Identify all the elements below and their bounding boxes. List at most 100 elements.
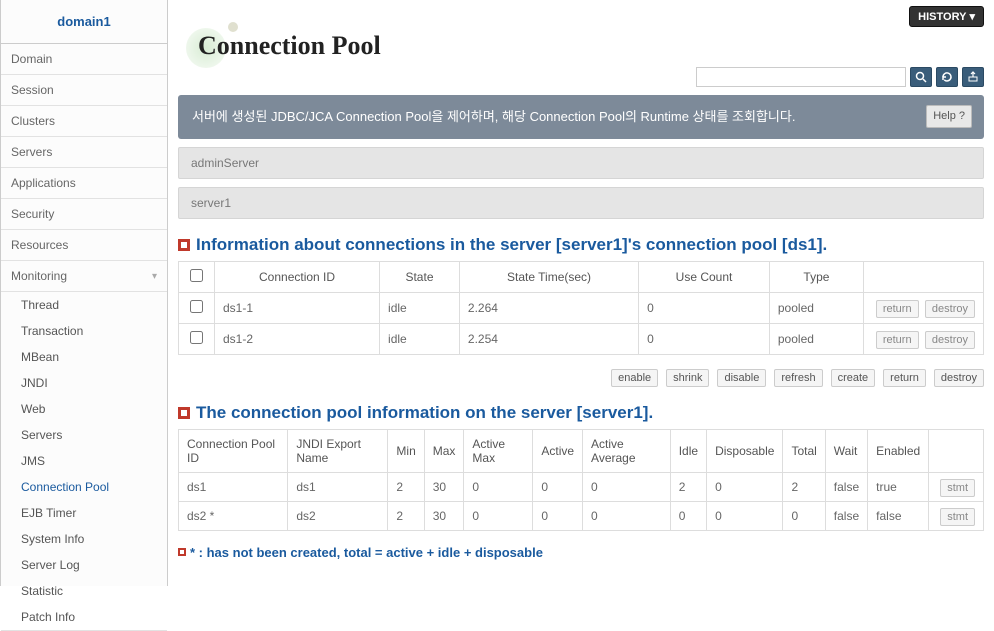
enable-button[interactable]: enable (611, 369, 658, 387)
cell-type: pooled (769, 323, 863, 354)
cell-time: 2.264 (459, 292, 638, 323)
nav-domain[interactable]: Domain (1, 44, 167, 75)
subnav-thread[interactable]: Thread (1, 292, 167, 318)
cell-use: 0 (639, 323, 770, 354)
cell-enabled: true (868, 472, 929, 501)
destroy-button[interactable]: destroy (925, 300, 975, 318)
cell-wait: false (825, 501, 867, 530)
main-content: HISTORY ▾ Connection Pool 서버에 생성된 JDBC/J… (168, 0, 994, 586)
th-min: Min (388, 429, 424, 472)
return-button[interactable]: return (876, 331, 919, 349)
connections-table: Connection ID State State Time(sec) Use … (178, 261, 984, 355)
subnav-server-log[interactable]: Server Log (1, 552, 167, 578)
row-checkbox[interactable] (190, 300, 203, 313)
row-checkbox[interactable] (190, 331, 203, 344)
nav-monitoring-label: Monitoring (11, 269, 67, 283)
th-enabled: Enabled (868, 429, 929, 472)
subnav-transaction[interactable]: Transaction (1, 318, 167, 344)
return-button[interactable]: return (876, 300, 919, 318)
subnav-patch-info[interactable]: Patch Info (1, 604, 167, 630)
select-all-checkbox[interactable] (190, 269, 203, 282)
destroy-button[interactable]: destroy (934, 369, 984, 387)
table-row: ds1 ds1 2 30 0 0 0 2 0 2 false true stmt (179, 472, 984, 501)
cell-disp: 0 (707, 501, 783, 530)
topbar: HISTORY ▾ (178, 0, 984, 27)
cell-idle: 0 (670, 501, 706, 530)
chevron-down-icon: ▾ (969, 10, 975, 23)
subnav-servers[interactable]: Servers (1, 422, 167, 448)
footnote: * : has not been created, total = active… (178, 545, 984, 560)
pool-section-title-text: The connection pool information on the s… (196, 403, 653, 423)
disable-button[interactable]: disable (717, 369, 766, 387)
th-use-count: Use Count (639, 261, 770, 292)
chevron-down-icon: ▾ (152, 271, 157, 282)
th-disposable: Disposable (707, 429, 783, 472)
nav-servers[interactable]: Servers (1, 137, 167, 168)
th-total: Total (783, 429, 825, 472)
history-button[interactable]: HISTORY ▾ (909, 6, 984, 27)
subnav-statistic[interactable]: Statistic (1, 578, 167, 604)
cell-enabled: false (868, 501, 929, 530)
subnav-jndi[interactable]: JNDI (1, 370, 167, 396)
cell-type: pooled (769, 292, 863, 323)
cell-aavg: 0 (583, 472, 671, 501)
stmt-button[interactable]: stmt (940, 508, 975, 526)
table-row: ds1-2 idle 2.254 0 pooled return destroy (179, 323, 984, 354)
create-button[interactable]: create (831, 369, 876, 387)
subnav: Thread Transaction MBean JNDI Web Server… (1, 292, 167, 631)
nav-session[interactable]: Session (1, 75, 167, 106)
subnav-connection-pool[interactable]: Connection Pool (1, 474, 167, 500)
subnav-jms[interactable]: JMS (1, 448, 167, 474)
cell-pool-id[interactable]: ds2 * (179, 501, 288, 530)
th-state: State (380, 261, 460, 292)
nav-clusters[interactable]: Clusters (1, 106, 167, 137)
nav-security[interactable]: Security (1, 199, 167, 230)
shrink-button[interactable]: shrink (666, 369, 709, 387)
th-active-max: Active Max (464, 429, 533, 472)
th-max: Max (424, 429, 464, 472)
th-active-avg: Active Average (583, 429, 671, 472)
th-state-time: State Time(sec) (459, 261, 638, 292)
cell-state: idle (380, 292, 460, 323)
cell-wait: false (825, 472, 867, 501)
th-pool-id: Connection Pool ID (179, 429, 288, 472)
cell-active: 0 (533, 501, 583, 530)
cell-amax: 0 (464, 472, 533, 501)
subnav-web[interactable]: Web (1, 396, 167, 422)
nav-applications[interactable]: Applications (1, 168, 167, 199)
stmt-button[interactable]: stmt (940, 479, 975, 497)
domain-title[interactable]: domain1 (1, 0, 167, 44)
sidebar: domain1 Domain Session Clusters Servers … (0, 0, 168, 586)
nav-monitoring[interactable]: Monitoring ▾ (1, 261, 167, 292)
th-wait: Wait (825, 429, 867, 472)
th-type: Type (769, 261, 863, 292)
pool-section-title: The connection pool information on the s… (178, 403, 984, 423)
bullet-icon (178, 407, 190, 419)
server-admin-row[interactable]: adminServer (178, 147, 984, 179)
cell-disp: 0 (707, 472, 783, 501)
cell-total: 0 (783, 501, 825, 530)
subnav-system-info[interactable]: System Info (1, 526, 167, 552)
cell-jndi: ds2 (288, 501, 388, 530)
cell-max: 30 (424, 472, 464, 501)
history-label: HISTORY (918, 11, 966, 23)
refresh-button[interactable]: refresh (774, 369, 822, 387)
th-conn-id: Connection ID (215, 261, 380, 292)
subnav-ejb-timer[interactable]: EJB Timer (1, 500, 167, 526)
cell-pool-id[interactable]: ds1 (179, 472, 288, 501)
server-s1-row[interactable]: server1 (178, 187, 984, 219)
return-button[interactable]: return (883, 369, 926, 387)
cell-idle: 2 (670, 472, 706, 501)
subnav-mbean[interactable]: MBean (1, 344, 167, 370)
pool-table: Connection Pool ID JNDI Export Name Min … (178, 429, 984, 531)
help-button[interactable]: Help ? (926, 105, 972, 128)
description-bar: 서버에 생성된 JDBC/JCA Connection Pool을 제어하며, … (178, 95, 984, 139)
bullet-icon (178, 548, 186, 556)
description-text: 서버에 생성된 JDBC/JCA Connection Pool을 제어하며, … (192, 109, 795, 124)
cell-conn-id: ds1-1 (215, 292, 380, 323)
footnote-text: * : has not been created, total = active… (190, 545, 543, 560)
nav-resources[interactable]: Resources (1, 230, 167, 261)
cell-conn-id: ds1-2 (215, 323, 380, 354)
destroy-button[interactable]: destroy (925, 331, 975, 349)
cell-active: 0 (533, 472, 583, 501)
